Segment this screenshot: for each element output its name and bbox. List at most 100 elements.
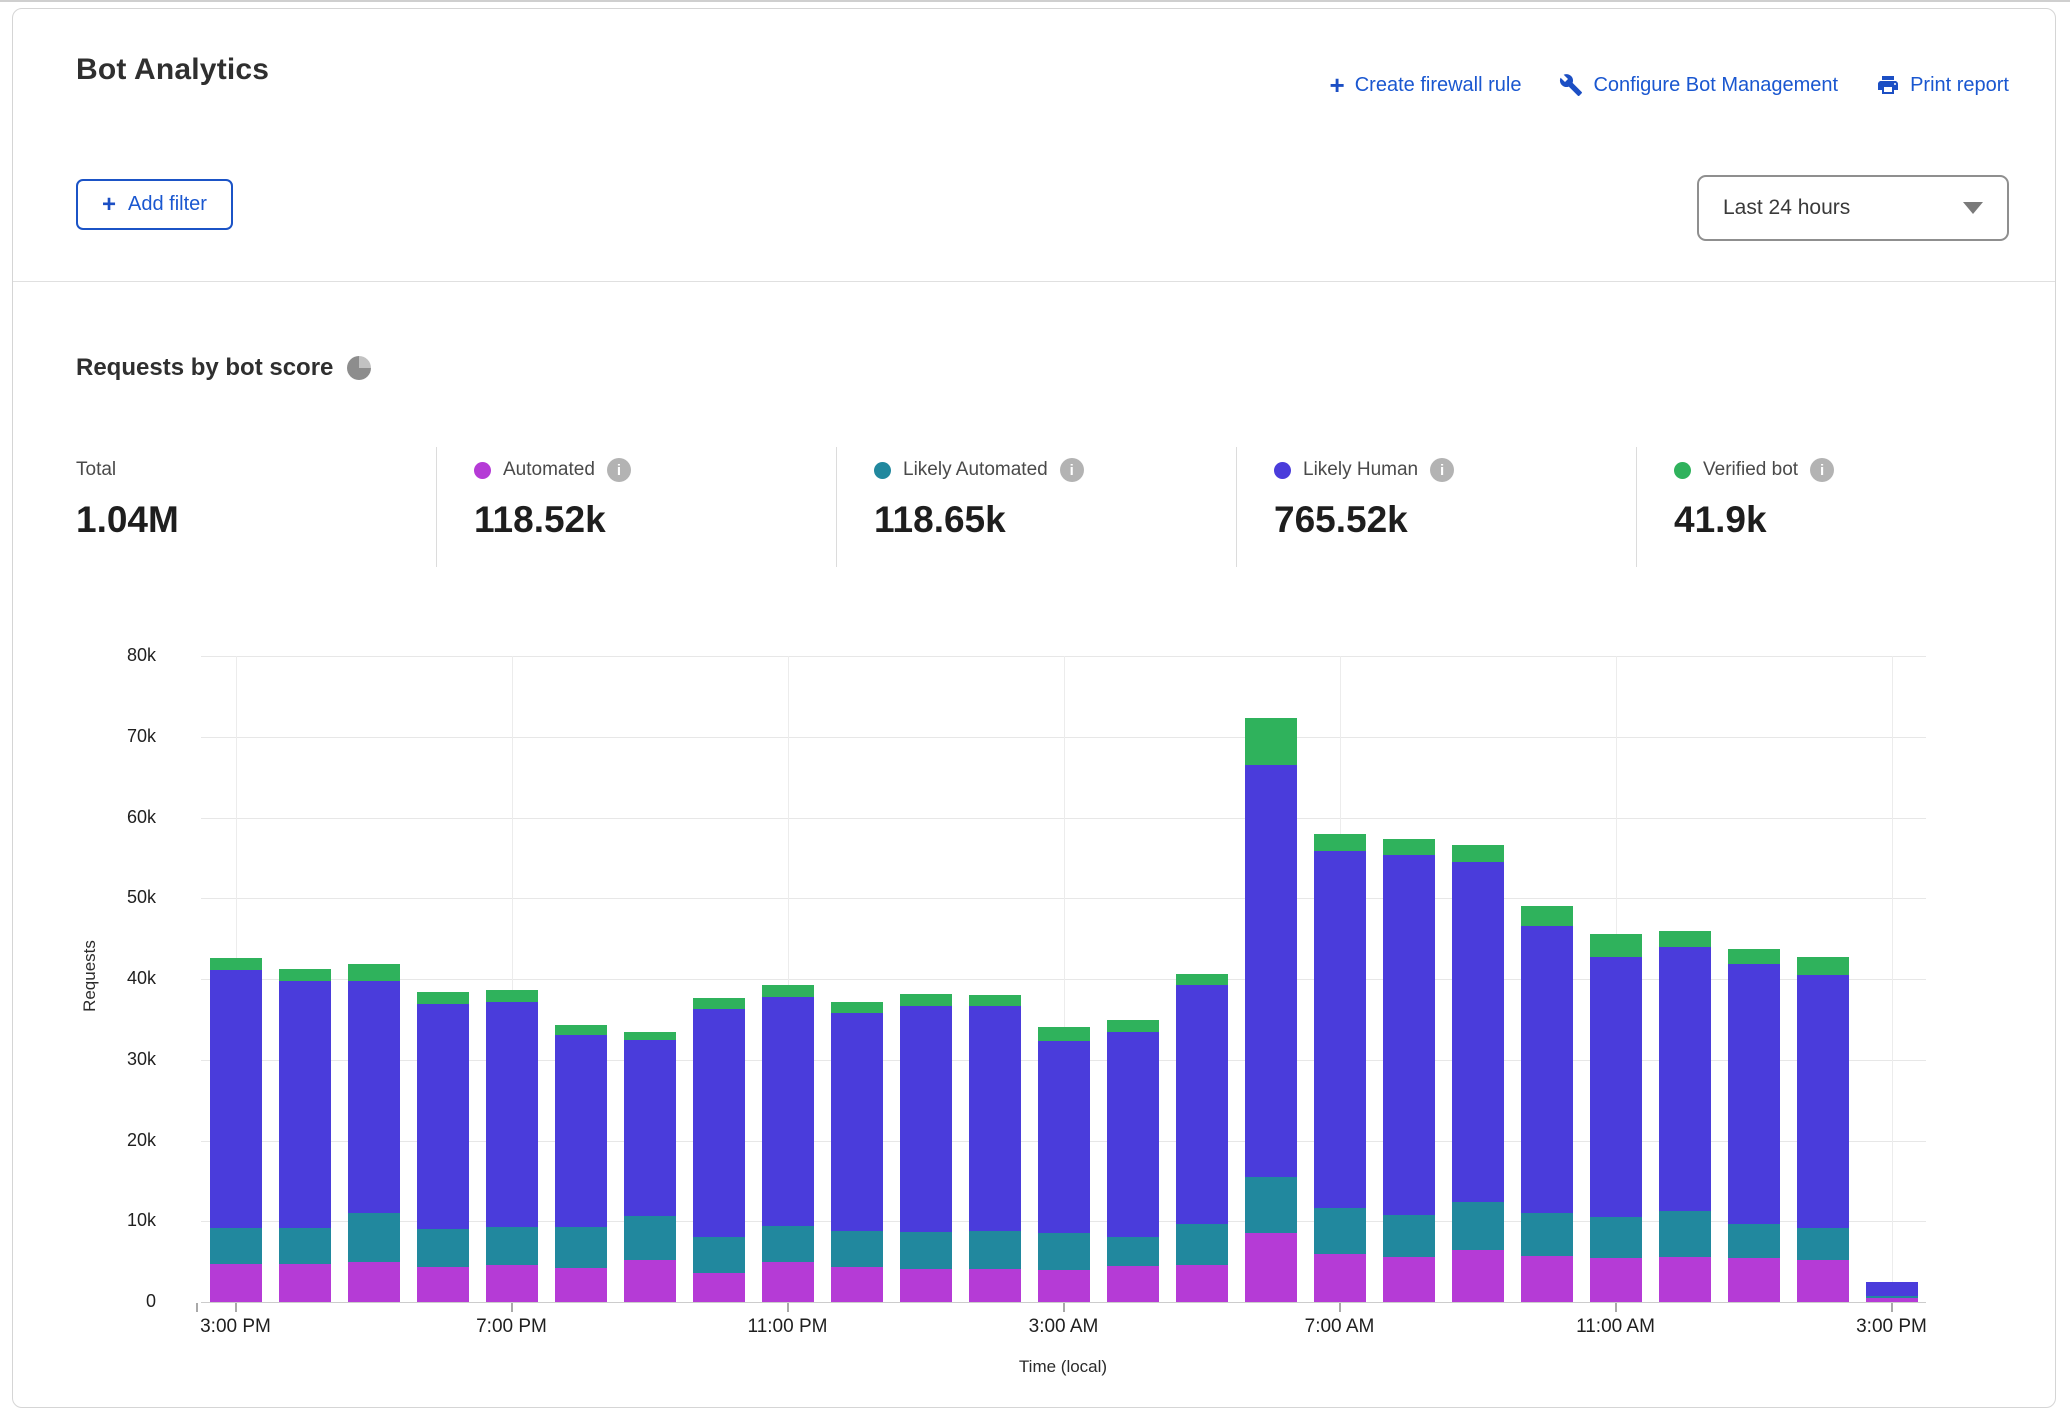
bar-segment-automated[interactable] — [1866, 1298, 1918, 1302]
bar-6-00-am[interactable] — [1245, 718, 1297, 1302]
bar-7-00-am[interactable] — [1314, 834, 1366, 1302]
bar-11-00-am[interactable] — [1590, 934, 1642, 1302]
bar-segment-automated[interactable] — [900, 1269, 952, 1302]
bar-11-00-pm[interactable] — [762, 985, 814, 1302]
bar-segment-likely-human[interactable] — [1383, 855, 1435, 1215]
bar-segment-verified-bot[interactable] — [1176, 974, 1228, 985]
bar-segment-automated[interactable] — [1176, 1265, 1228, 1302]
bar-segment-likely-automated[interactable] — [1314, 1208, 1366, 1255]
bar-segment-verified-bot[interactable] — [624, 1032, 676, 1041]
bar-segment-likely-automated[interactable] — [1038, 1233, 1090, 1270]
bar-segment-automated[interactable] — [1590, 1258, 1642, 1302]
bar-segment-likely-automated[interactable] — [762, 1226, 814, 1262]
bar-segment-likely-automated[interactable] — [279, 1228, 331, 1264]
bar-segment-likely-automated[interactable] — [1590, 1217, 1642, 1257]
bar-segment-automated[interactable] — [348, 1262, 400, 1302]
bar-segment-likely-human[interactable] — [486, 1002, 538, 1227]
bar-segment-likely-automated[interactable] — [348, 1213, 400, 1262]
bar-segment-verified-bot[interactable] — [1107, 1020, 1159, 1031]
bar-segment-likely-human[interactable] — [624, 1040, 676, 1216]
bar-segment-automated[interactable] — [624, 1260, 676, 1302]
bar-segment-verified-bot[interactable] — [1590, 934, 1642, 957]
bar-segment-likely-automated[interactable] — [693, 1237, 745, 1273]
bar-segment-automated[interactable] — [1245, 1233, 1297, 1302]
bar-8-00-pm[interactable] — [555, 1025, 607, 1302]
bar-segment-automated[interactable] — [1383, 1257, 1435, 1302]
bar-segment-verified-bot[interactable] — [762, 985, 814, 996]
bar-segment-likely-human[interactable] — [900, 1006, 952, 1232]
bar-segment-verified-bot[interactable] — [1728, 949, 1780, 964]
bar-segment-likely-human[interactable] — [1590, 957, 1642, 1217]
bar-segment-automated[interactable] — [1521, 1256, 1573, 1302]
bar-9-00-am[interactable] — [1452, 845, 1504, 1302]
bar-4-00-pm[interactable] — [279, 969, 331, 1302]
bar-segment-automated[interactable] — [210, 1264, 262, 1302]
bar-segment-verified-bot[interactable] — [555, 1025, 607, 1035]
bar-segment-verified-bot[interactable] — [1521, 906, 1573, 925]
bar-segment-verified-bot[interactable] — [900, 994, 952, 1005]
bar-segment-verified-bot[interactable] — [1038, 1027, 1090, 1042]
bar-segment-automated[interactable] — [486, 1265, 538, 1302]
bar-7-00-pm[interactable] — [486, 989, 538, 1302]
bar-segment-automated[interactable] — [1452, 1250, 1504, 1302]
bar-segment-verified-bot[interactable] — [831, 1002, 883, 1013]
bar-9-00-pm[interactable] — [624, 1031, 676, 1302]
bar-segment-automated[interactable] — [831, 1267, 883, 1302]
bar-segment-likely-human[interactable] — [1728, 964, 1780, 1225]
bar-segment-likely-human[interactable] — [1659, 947, 1711, 1211]
bar-3-00-pm[interactable] — [1866, 1282, 1918, 1302]
bar-segment-likely-human[interactable] — [1107, 1032, 1159, 1238]
bar-segment-verified-bot[interactable] — [1452, 845, 1504, 862]
bar-segment-automated[interactable] — [762, 1262, 814, 1302]
bar-segment-likely-automated[interactable] — [1107, 1237, 1159, 1266]
bar-segment-likely-automated[interactable] — [1659, 1211, 1711, 1257]
bar-segment-likely-human[interactable] — [1176, 985, 1228, 1223]
bar-segment-verified-bot[interactable] — [1245, 718, 1297, 765]
bar-segment-likely-human[interactable] — [762, 997, 814, 1226]
bar-segment-likely-automated[interactable] — [486, 1227, 538, 1265]
bar-segment-likely-automated[interactable] — [1521, 1213, 1573, 1256]
bar-segment-likely-automated[interactable] — [1452, 1202, 1504, 1250]
bar-segment-likely-human[interactable] — [348, 981, 400, 1214]
bar-segment-verified-bot[interactable] — [486, 990, 538, 1002]
bar-3-00-pm[interactable] — [210, 958, 262, 1302]
bar-segment-likely-automated[interactable] — [969, 1231, 1021, 1269]
bar-segment-likely-automated[interactable] — [555, 1227, 607, 1268]
bar-segment-likely-human[interactable] — [1797, 975, 1849, 1228]
bar-12-00-am[interactable] — [831, 1002, 883, 1302]
bar-segment-likely-human[interactable] — [831, 1013, 883, 1231]
bar-segment-automated[interactable] — [693, 1273, 745, 1302]
bar-segment-verified-bot[interactable] — [969, 995, 1021, 1006]
bar-segment-likely-automated[interactable] — [831, 1231, 883, 1267]
bar-10-00-am[interactable] — [1521, 906, 1573, 1302]
bar-segment-likely-human[interactable] — [210, 970, 262, 1228]
bar-segment-likely-human[interactable] — [1245, 765, 1297, 1177]
bar-4-00-am[interactable] — [1107, 1020, 1159, 1302]
bar-1-00-am[interactable] — [900, 994, 952, 1302]
bar-segment-likely-automated[interactable] — [1797, 1228, 1849, 1260]
bar-segment-automated[interactable] — [1107, 1266, 1159, 1302]
bar-segment-verified-bot[interactable] — [210, 958, 262, 970]
bar-segment-likely-human[interactable] — [1038, 1041, 1090, 1232]
bar-segment-likely-human[interactable] — [1866, 1282, 1918, 1296]
bar-segment-likely-human[interactable] — [555, 1035, 607, 1227]
bar-segment-automated[interactable] — [555, 1268, 607, 1302]
bar-segment-likely-automated[interactable] — [624, 1216, 676, 1260]
bar-segment-likely-human[interactable] — [417, 1004, 469, 1229]
bar-segment-verified-bot[interactable] — [417, 992, 469, 1004]
bar-segment-automated[interactable] — [279, 1264, 331, 1302]
bar-segment-likely-human[interactable] — [693, 1009, 745, 1238]
bar-5-00-pm[interactable] — [348, 964, 400, 1302]
bar-segment-verified-bot[interactable] — [1383, 839, 1435, 855]
bar-segment-likely-human[interactable] — [969, 1006, 1021, 1230]
bar-segment-automated[interactable] — [1314, 1254, 1366, 1302]
bar-segment-likely-automated[interactable] — [210, 1228, 262, 1264]
bar-segment-likely-automated[interactable] — [1728, 1224, 1780, 1258]
bar-segment-verified-bot[interactable] — [1797, 957, 1849, 975]
bar-segment-automated[interactable] — [969, 1269, 1021, 1302]
bar-10-00-pm[interactable] — [693, 998, 745, 1302]
bar-segment-verified-bot[interactable] — [693, 998, 745, 1008]
bar-segment-likely-human[interactable] — [1314, 851, 1366, 1207]
bar-2-00-pm[interactable] — [1797, 957, 1849, 1302]
bar-12-00-pm[interactable] — [1659, 931, 1711, 1302]
